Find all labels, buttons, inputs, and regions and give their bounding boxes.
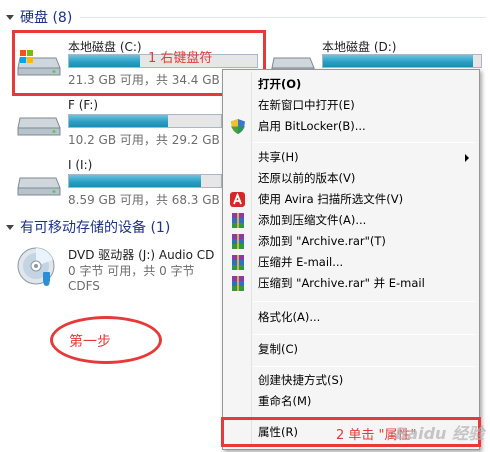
- menu-item-label: 复制(C): [258, 342, 299, 356]
- drive-space-info: 0 字节 可用，共 0 字节: [68, 264, 195, 278]
- menu-item-copy[interactable]: 复制(C): [225, 339, 477, 360]
- menu-item-share[interactable]: 共享(H): [225, 147, 477, 168]
- drive-usage-bar: [68, 174, 222, 188]
- watermark: Baidu 经验: [395, 424, 484, 443]
- menu-item-label: 还原以前的版本(V): [258, 171, 356, 185]
- menu-item-rename[interactable]: 重命名(M): [225, 391, 477, 412]
- drive-usage-fill: [69, 115, 168, 127]
- drive-space-info: 10.2 GB 可用，共 29.2 GB: [68, 133, 220, 147]
- submenu-arrow-icon: [465, 154, 469, 162]
- menu-item-compress-email[interactable]: 压缩并 E-mail...: [225, 252, 477, 273]
- group-header-removable[interactable]: 有可移动存储的设备 (1): [6, 218, 222, 236]
- group-title: 硬盘 (8): [20, 10, 73, 26]
- menu-item-open-new-window[interactable]: 在新窗口中打开(E): [225, 95, 477, 116]
- menu-item-label: 压缩到 "Archive.rar" 并 E-mail: [258, 276, 425, 290]
- menu-separator: [253, 334, 475, 335]
- drive-usage-fill: [69, 175, 202, 187]
- drive-name: F (F:): [68, 98, 99, 112]
- menu-item-label: 共享(H): [258, 150, 299, 164]
- drive-usage-bar: [322, 54, 482, 68]
- hard-drive-icon: [17, 177, 61, 196]
- winrar-icon: [232, 276, 244, 291]
- annotation-oval-text: 第一步: [69, 334, 111, 350]
- winrar-icon: [232, 213, 244, 228]
- annotation-step1: 1 右键盘符: [148, 51, 213, 66]
- drive-dvd[interactable]: DVD 驱动器 (J:) Audio CD 0 字节 可用，共 0 字节 CDF…: [16, 246, 221, 296]
- avira-icon: [230, 192, 245, 207]
- menu-item-bitlocker[interactable]: 启用 BitLocker(B)...: [225, 116, 477, 137]
- menu-item-label: 创建快捷方式(S): [258, 373, 344, 387]
- drive-filesystem: CDFS: [68, 279, 100, 293]
- drive-name: DVD 驱动器 (J:) Audio CD: [68, 248, 215, 262]
- hard-drive-icon: [17, 117, 61, 136]
- group-divider: [80, 16, 486, 18]
- menu-item-restore-versions[interactable]: 还原以前的版本(V): [225, 168, 477, 189]
- menu-item-create-shortcut[interactable]: 创建快捷方式(S): [225, 370, 477, 391]
- menu-item-label: 使用 Avira 扫描所选文件(V): [258, 192, 404, 206]
- drive-space-info: 8.59 GB 可用，共 68.3 GB: [68, 193, 220, 207]
- collapse-arrow-icon[interactable]: [6, 14, 14, 20]
- menu-item-format[interactable]: 格式化(A)...: [225, 307, 477, 328]
- shield-icon: [231, 119, 245, 134]
- winrar-icon: [232, 234, 244, 249]
- drive-usage-bar: [68, 114, 222, 128]
- menu-item-label: 压缩并 E-mail...: [258, 255, 344, 269]
- winrar-icon: [232, 255, 244, 270]
- menu-item-label: 添加到 "Archive.rar"(T): [258, 234, 386, 248]
- menu-item-avira-scan[interactable]: 使用 Avira 扫描所选文件(V): [225, 189, 477, 210]
- drive-name: I (I:): [68, 158, 93, 172]
- menu-item-label: 添加到压缩文件(A)...: [258, 213, 367, 227]
- menu-item-label: 格式化(A)...: [258, 310, 321, 324]
- drive-usage-fill: [323, 55, 474, 67]
- menu-separator: [253, 301, 475, 302]
- menu-item-label: 打开(O): [258, 77, 302, 91]
- context-menu: 打开(O) 在新窗口中打开(E) 启用 BitLocker(B)... 共享(H…: [222, 69, 480, 450]
- menu-item-label: 在新窗口中打开(E): [258, 98, 355, 112]
- menu-separator: [253, 142, 475, 143]
- dvd-drive-icon: [17, 247, 55, 286]
- group-header-hdd[interactable]: 硬盘 (8): [6, 8, 486, 26]
- menu-item-label: 重命名(M): [258, 394, 312, 408]
- drive-name: 本地磁盘 (D:): [322, 40, 397, 54]
- collapse-arrow-icon[interactable]: [6, 224, 14, 230]
- menu-item-add-to-archive[interactable]: 添加到压缩文件(A)...: [225, 210, 477, 231]
- menu-item-add-to-archive-rar[interactable]: 添加到 "Archive.rar"(T): [225, 231, 477, 252]
- menu-item-compress-rar-email[interactable]: 压缩到 "Archive.rar" 并 E-mail: [225, 273, 477, 294]
- menu-item-label: 启用 BitLocker(B)...: [258, 119, 366, 133]
- group-title: 有可移动存储的设备 (1): [20, 220, 171, 236]
- menu-item-open[interactable]: 打开(O): [225, 74, 477, 95]
- menu-separator: [253, 366, 475, 367]
